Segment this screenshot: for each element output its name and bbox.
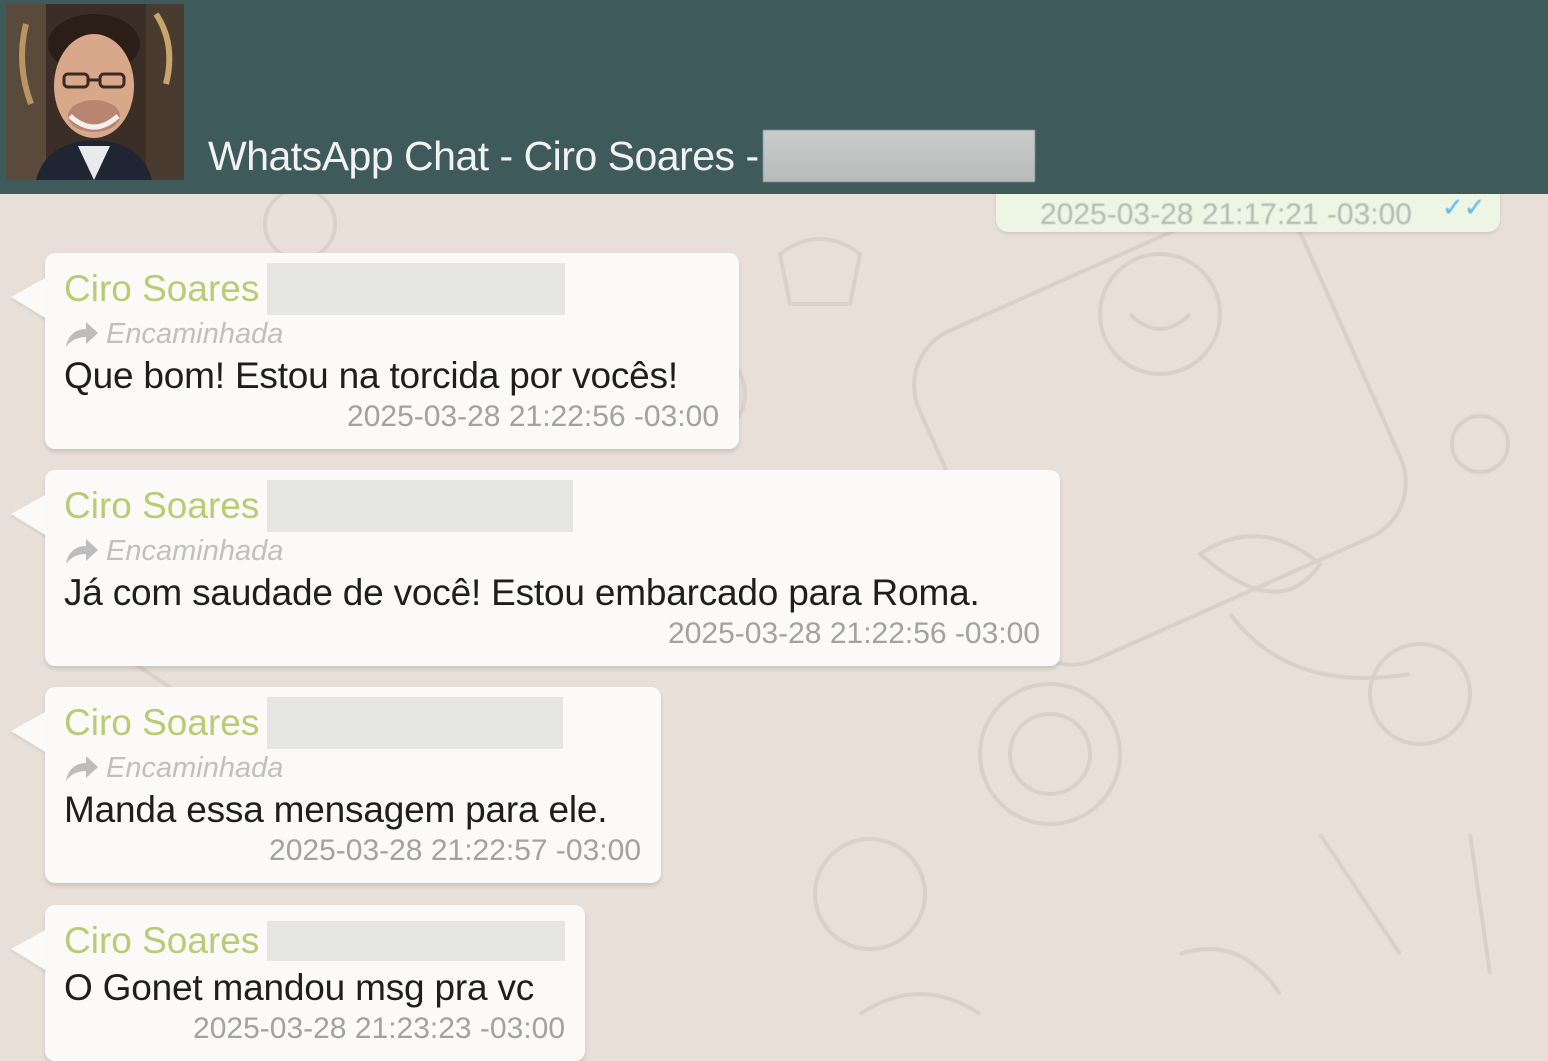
forward-arrow-icon — [66, 322, 98, 347]
forwarded-label: Encaminhada — [64, 532, 1040, 570]
incoming-message-bubble[interactable]: Ciro Soares O Gonet mandou msg pra vc 20… — [45, 905, 585, 1061]
forwarded-text: Encaminhada — [106, 317, 284, 350]
forward-arrow-icon — [66, 756, 98, 781]
outgoing-message-bubble[interactable]: 2025-03-28 21:17:21 -03:00 ✓✓ — [996, 194, 1500, 232]
double-check-icon: ✓✓ — [1442, 194, 1486, 222]
forward-arrow-icon — [66, 539, 98, 564]
sender-name: Ciro Soares — [64, 268, 260, 309]
sender-row: Ciro Soares — [64, 697, 641, 749]
sender-row: Ciro Soares — [64, 917, 565, 965]
sender-name: Ciro Soares — [64, 485, 260, 526]
message-timestamp: 2025-03-28 21:22:56 -03:00 — [347, 400, 719, 433]
sender-name: Ciro Soares — [64, 702, 260, 743]
sender-row: Ciro Soares — [64, 263, 719, 315]
redacted-sender-info — [267, 697, 564, 749]
chat-area[interactable]: 2025-03-28 21:17:21 -03:00 ✓✓ Ciro Soare… — [0, 194, 1548, 1061]
incoming-message-bubble[interactable]: Ciro Soares Encaminhada Manda essa mensa… — [45, 687, 661, 883]
incoming-message-bubble[interactable]: Ciro Soares Encaminhada Já com saudade d… — [45, 470, 1060, 666]
redacted-sender-info — [267, 480, 574, 532]
message-text: O Gonet mandou msg pra vc — [64, 967, 535, 1008]
forwarded-text: Encaminhada — [106, 751, 284, 784]
sender-row: Ciro Soares — [64, 480, 1040, 532]
chat-title-text: WhatsApp Chat - Ciro Soares - — [208, 132, 759, 179]
forwarded-label: Encaminhada — [64, 315, 719, 353]
contact-avatar[interactable] — [6, 4, 184, 180]
redacted-sender-info — [267, 921, 565, 961]
avatar-photo — [6, 4, 184, 180]
sender-name: Ciro Soares — [64, 920, 260, 961]
message-timestamp: 2025-03-28 21:23:23 -03:00 — [193, 1012, 565, 1045]
message-text: Que bom! Estou na torcida por vocês! — [64, 355, 678, 396]
redacted-sender-info — [267, 263, 566, 315]
message-timestamp: 2025-03-28 21:22:57 -03:00 — [269, 834, 641, 867]
message-timestamp: 2025-03-28 21:17:21 -03:00 — [1040, 198, 1412, 231]
redacted-contact-number — [762, 130, 1035, 182]
forwarded-text: Encaminhada — [106, 534, 284, 567]
message-text: Já com saudade de você! Estou embarcado … — [64, 572, 980, 613]
message-timestamp: 2025-03-28 21:22:56 -03:00 — [668, 617, 1040, 650]
incoming-message-bubble[interactable]: Ciro Soares Encaminhada Que bom! Estou n… — [45, 253, 739, 449]
forwarded-label: Encaminhada — [64, 749, 641, 787]
chat-title: WhatsApp Chat - Ciro Soares - — [208, 128, 1035, 184]
message-text: Manda essa mensagem para ele. — [64, 789, 608, 830]
chat-header: WhatsApp Chat - Ciro Soares - — [0, 0, 1548, 194]
